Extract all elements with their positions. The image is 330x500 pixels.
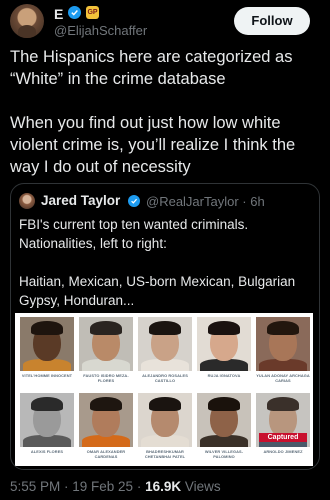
quoted-author-handle-time: @RealJarTaylor · 6h <box>146 194 265 209</box>
wanted-person-name: WILVER VILLEGAS-PALOMINO <box>204 449 244 459</box>
mugshot-photo: Captured <box>256 393 310 447</box>
affiliation-badge-icon: GP <box>86 6 99 19</box>
mugshot-photo <box>138 393 192 447</box>
verified-badge-icon <box>128 195 140 207</box>
wanted-person-name: ALEXIS FLORES <box>30 449 64 454</box>
mugshot-photo <box>79 393 133 447</box>
quoted-paragraph: Haitian, Mexican, US-born Mexican, Bulga… <box>19 274 296 308</box>
wanted-person-card: ALEXIS FLORES <box>18 393 76 459</box>
wanted-person-name: ALEJANDRO ROSALES CASTILLO <box>142 373 188 383</box>
mugshot-photo <box>20 393 74 447</box>
quoted-tweet-text: FBI's current top ten wanted criminals. … <box>19 215 311 310</box>
mugshot-photo <box>256 317 310 371</box>
wanted-person-name: YULAN ADONAY ARCHAGA CARIAS <box>256 373 310 383</box>
tweet-meta: 5:55 PM · 19 Feb 25 · 16.9K Views <box>10 479 221 494</box>
wanted-person-card: ALEJANDRO ROSALES CASTILLO <box>136 317 194 383</box>
wanted-poster-image[interactable]: VITEL'HOMME INNOCENT FAUSTO ISIDRO MEZA-F… <box>15 313 313 466</box>
verified-badge-icon <box>68 6 81 19</box>
wanted-person-name: BHADRESHKUMAR CHETANBHAI PATEL <box>144 449 186 459</box>
mugshot-photo <box>197 393 251 447</box>
tweet-header: E GP @ElijahSchaffer Follow <box>10 4 320 40</box>
wanted-person-name: FAUSTO ISIDRO MEZA-FLORES <box>83 373 129 383</box>
tweet-paragraph: When you find out just how low white vio… <box>10 114 296 176</box>
quoted-paragraph: FBI's current top ten wanted criminals. … <box>19 217 249 251</box>
mugshot-photo <box>79 317 133 371</box>
quoted-author-name: Jared Taylor <box>41 193 121 208</box>
author-display-name[interactable]: E <box>54 6 63 22</box>
wanted-person-card: OMAR ALEXANDER CARDENAS <box>77 393 135 459</box>
mugshot-photo <box>138 317 192 371</box>
wanted-person-card: YULAN ADONAY ARCHAGA CARIAS <box>254 317 312 383</box>
wanted-person-name: RUJA IGNATOVA <box>207 373 241 378</box>
wanted-person-card: WILVER VILLEGAS-PALOMINO <box>195 393 253 459</box>
wanted-person-card: BHADRESHKUMAR CHETANBHAI PATEL <box>136 393 194 459</box>
captured-banner: Captured <box>259 433 307 442</box>
wanted-person-card: Captured ARNOLDO JIMENEZ <box>254 393 312 459</box>
follow-button[interactable]: Follow <box>234 7 310 35</box>
author-handle[interactable]: @ElijahSchaffer <box>54 23 147 38</box>
tweet-paragraph: The Hispanics here are categorized as “W… <box>10 48 293 88</box>
wanted-person-name: VITEL'HOMME INNOCENT <box>21 373 73 378</box>
mugshot-photo <box>197 317 251 371</box>
wanted-person-name: OMAR ALEXANDER CARDENAS <box>86 449 126 459</box>
views-count: 16.9K <box>145 479 182 494</box>
wanted-person-card: VITEL'HOMME INNOCENT <box>18 317 76 383</box>
timestamp[interactable]: 5:55 PM · 19 Feb 25 · <box>10 479 145 494</box>
quoted-author-avatar <box>19 193 35 209</box>
tweet-text: The Hispanics here are categorized as “W… <box>10 46 322 178</box>
wanted-person-card: FAUSTO ISIDRO MEZA-FLORES <box>77 317 135 383</box>
quoted-tweet-header: Jared Taylor @RealJarTaylor · 6h <box>19 193 319 211</box>
author-avatar[interactable] <box>10 4 44 38</box>
wanted-person-card: RUJA IGNATOVA <box>195 317 253 383</box>
quoted-tweet[interactable]: Jared Taylor @RealJarTaylor · 6h FBI's c… <box>10 183 320 470</box>
wanted-person-name: ARNOLDO JIMENEZ <box>263 449 303 454</box>
views-label: Views <box>181 479 221 494</box>
mugshot-photo <box>20 317 74 371</box>
